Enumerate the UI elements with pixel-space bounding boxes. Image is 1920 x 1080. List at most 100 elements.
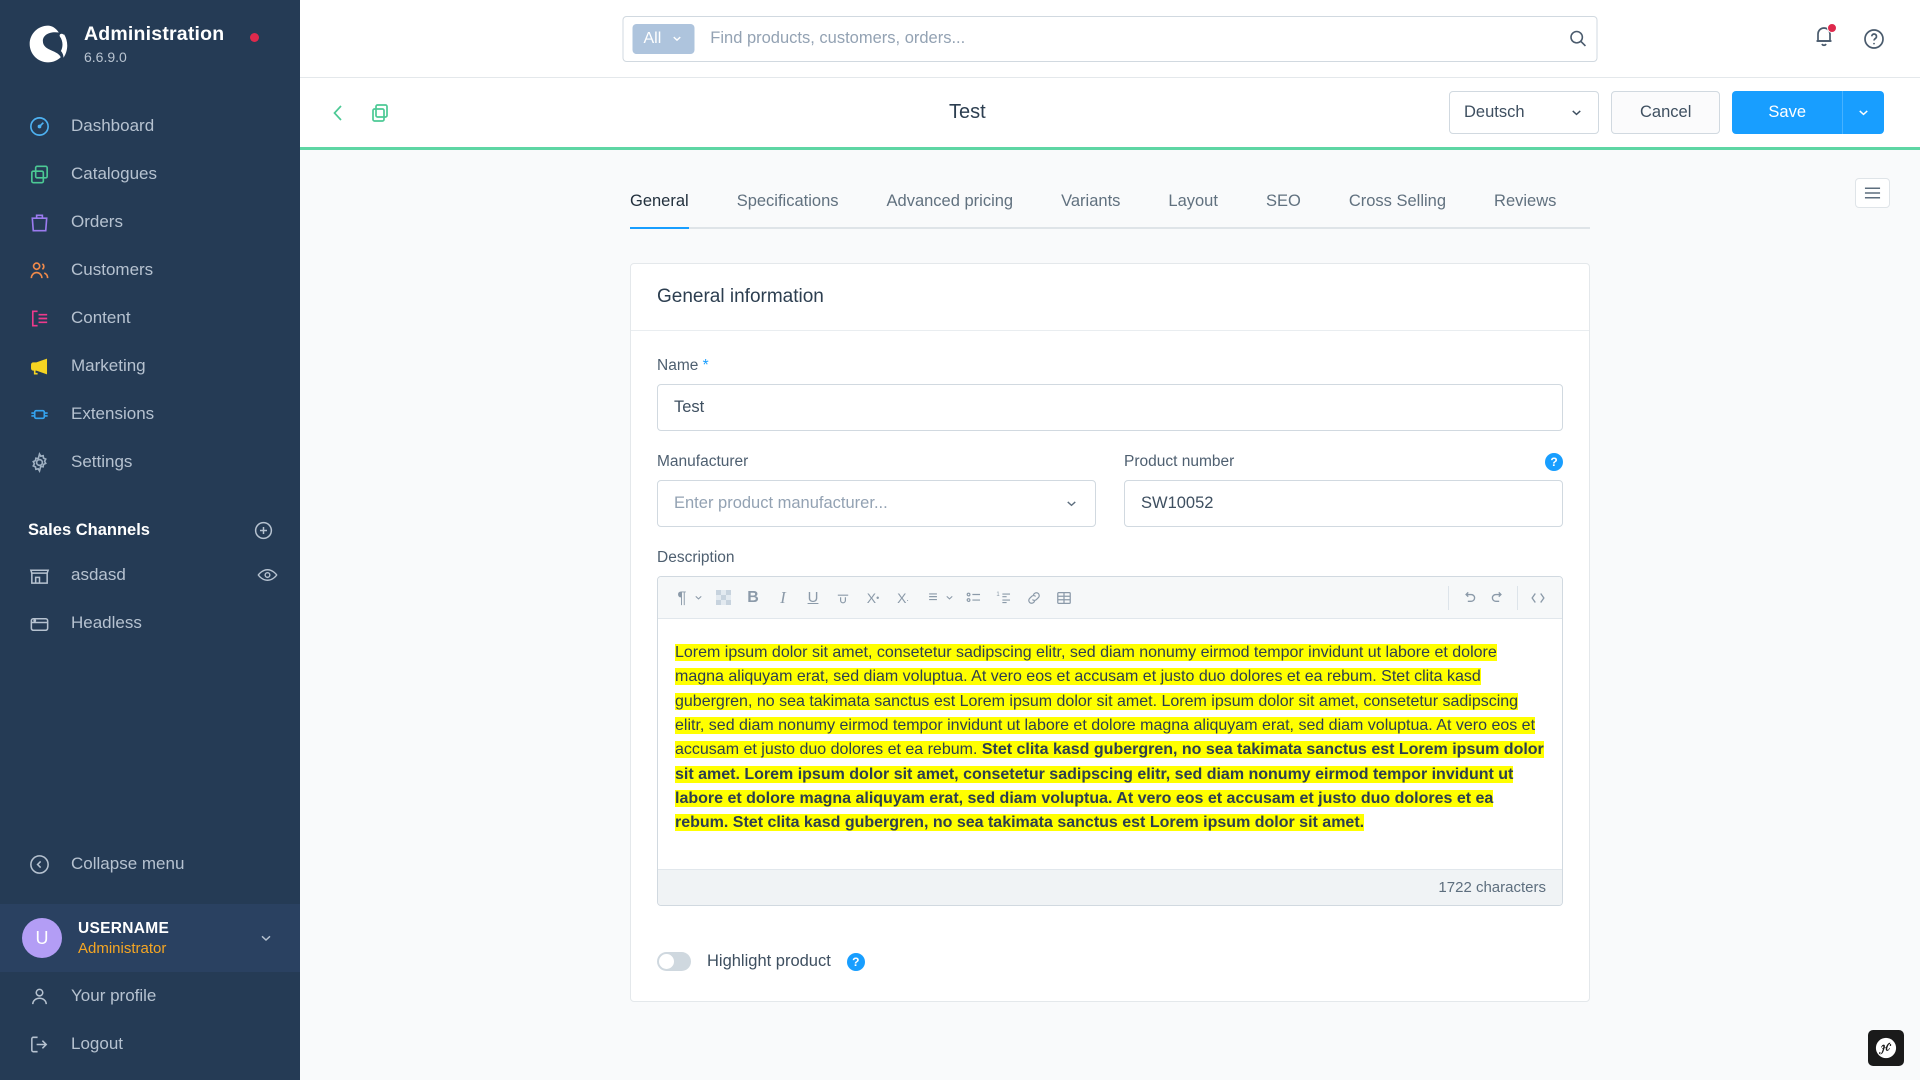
language-select[interactable]: Deutsch — [1449, 91, 1600, 134]
sidebar: Administration 6.6.9.0 Dashboard Catalog… — [0, 0, 300, 1080]
highlight-product-row: Highlight product ? — [657, 952, 1563, 971]
sidebar-item-your-profile[interactable]: Your profile — [0, 972, 300, 1020]
sidebar-item-extensions[interactable]: Extensions — [0, 390, 300, 438]
tab-seo[interactable]: SEO — [1242, 192, 1325, 227]
name-input[interactable] — [657, 384, 1563, 431]
sales-channels-header: Sales Channels — [0, 486, 300, 551]
tab-specifications[interactable]: Specifications — [713, 192, 863, 227]
collapse-menu-button[interactable]: Collapse menu — [0, 840, 300, 888]
search-icon[interactable] — [1568, 28, 1589, 49]
notifications-button[interactable] — [1812, 23, 1837, 53]
bullet-list-icon[interactable] — [960, 583, 988, 613]
numbered-list-icon[interactable]: 1 — [990, 583, 1018, 613]
code-glyph — [1531, 592, 1545, 603]
tab-layout[interactable]: Layout — [1144, 192, 1242, 227]
product-number-label-row: Product number ? — [1124, 453, 1563, 471]
product-number-help-icon[interactable]: ? — [1545, 453, 1563, 471]
tab-reviews[interactable]: Reviews — [1470, 192, 1580, 227]
align-icon[interactable]: ≡ — [919, 583, 947, 613]
description-label: Description — [657, 549, 735, 566]
strikethrough-icon[interactable] — [829, 583, 857, 613]
save-dropdown-button[interactable] — [1842, 91, 1884, 134]
chevron-down-icon[interactable] — [693, 592, 704, 603]
sidebar-item-label: Catalogues — [71, 164, 158, 183]
manufacturer-select[interactable]: Enter product manufacturer... — [657, 480, 1096, 527]
search-scope-selector[interactable]: All — [632, 23, 695, 54]
settings-icon — [32, 451, 47, 473]
language-select-value: Deutsch — [1464, 103, 1525, 121]
copy-icon[interactable] — [368, 101, 392, 125]
tab-variants[interactable]: Variants — [1037, 192, 1144, 227]
general-information-card: General information Name * Manufacturer — [630, 263, 1590, 1002]
sidebar-user[interactable]: U USERNAME Administrator — [0, 904, 300, 972]
paragraph-format-icon[interactable]: ¶ — [668, 583, 696, 613]
product-number-input[interactable] — [1124, 480, 1563, 527]
symfony-debug-badge[interactable] — [1868, 1030, 1904, 1066]
chevron-left-circle-icon — [30, 854, 49, 874]
question-circle-icon[interactable] — [1862, 27, 1886, 51]
redo-icon[interactable] — [1483, 583, 1511, 613]
link-icon[interactable] — [1020, 583, 1048, 613]
save-button[interactable]: Save — [1732, 91, 1842, 134]
chevron-down-icon[interactable] — [944, 592, 955, 603]
dashboard-icon — [30, 116, 49, 136]
symfony-logo-icon — [1875, 1037, 1897, 1059]
chevron-left-icon[interactable] — [328, 101, 348, 125]
highlight-product-toggle[interactable] — [657, 952, 691, 971]
text-color-icon[interactable] — [709, 583, 737, 613]
content-sidebar-toggle[interactable] — [1855, 178, 1890, 208]
customers-icon — [30, 261, 49, 278]
code-view-icon[interactable] — [1524, 583, 1552, 613]
sidebar-item-settings[interactable]: Settings — [0, 438, 300, 486]
marketing-icon — [31, 358, 48, 375]
redo-glyph — [1491, 591, 1502, 603]
card-title: General information — [631, 264, 1589, 331]
editor-toolbar: ¶ B I U X • X . ≡ 1 — [658, 577, 1562, 619]
avatar: U — [22, 918, 62, 958]
table-glyph — [1057, 591, 1071, 604]
strikethrough-glyph — [837, 594, 849, 603]
subscript-icon[interactable]: X. — [889, 583, 917, 613]
sidebar-item-logout[interactable]: Logout — [0, 1020, 300, 1068]
sidebar-item-orders[interactable]: Orders — [0, 198, 300, 246]
product-header-left — [328, 101, 392, 125]
link-glyph — [1028, 591, 1040, 604]
tab-advanced-pricing[interactable]: Advanced pricing — [863, 192, 1038, 227]
toolbar-divider — [1448, 585, 1449, 610]
content-area: General Specifications Advanced pricing … — [300, 150, 1920, 1080]
sidebar-sales-channel-asdasd[interactable]: asdasd — [0, 551, 300, 599]
content-icon — [31, 309, 48, 327]
product-number-label: Product number — [1124, 453, 1235, 470]
search-input[interactable] — [694, 29, 1568, 48]
eye-icon[interactable] — [257, 567, 278, 583]
sidebar-sales-channel-headless[interactable]: Headless — [0, 599, 300, 647]
sidebar-item-customers[interactable]: Customers — [0, 246, 300, 294]
superscript-icon[interactable]: X • — [859, 583, 887, 613]
sidebar-item-dashboard[interactable]: Dashboard — [0, 102, 300, 150]
collapse-menu-label: Collapse menu — [71, 854, 185, 873]
topbar: All — [300, 0, 1920, 78]
plus-circle-icon[interactable] — [253, 520, 274, 541]
sidebar-item-catalogues[interactable]: Catalogues — [0, 150, 300, 198]
sidebar-item-marketing[interactable]: Marketing — [0, 342, 300, 390]
sales-channels-title: Sales Channels — [28, 521, 150, 539]
update-available-dot — [250, 32, 260, 42]
bold-icon[interactable]: B — [739, 583, 767, 613]
sidebar-sales-channel-label: Headless — [71, 613, 142, 632]
logout-icon — [31, 1036, 48, 1052]
sidebar-item-label: Marketing — [71, 356, 146, 375]
cancel-button[interactable]: Cancel — [1611, 91, 1721, 134]
required-marker: * — [702, 357, 709, 374]
description-editor-body[interactable]: Lorem ipsum dolor sit amet, consetetur s… — [658, 619, 1562, 869]
tab-cross-selling[interactable]: Cross Selling — [1325, 192, 1470, 227]
italic-icon[interactable]: I — [769, 583, 797, 613]
tab-general[interactable]: General — [630, 192, 713, 229]
undo-icon[interactable] — [1455, 583, 1483, 613]
underline-icon[interactable]: U — [799, 583, 827, 613]
sidebar-item-content[interactable]: Content — [0, 294, 300, 342]
manufacturer-placeholder: Enter product manufacturer... — [674, 494, 888, 512]
sidebar-brand[interactable]: Administration 6.6.9.0 — [0, 0, 300, 76]
highlight-product-help-icon[interactable]: ? — [846, 952, 865, 971]
table-icon[interactable] — [1050, 583, 1078, 613]
